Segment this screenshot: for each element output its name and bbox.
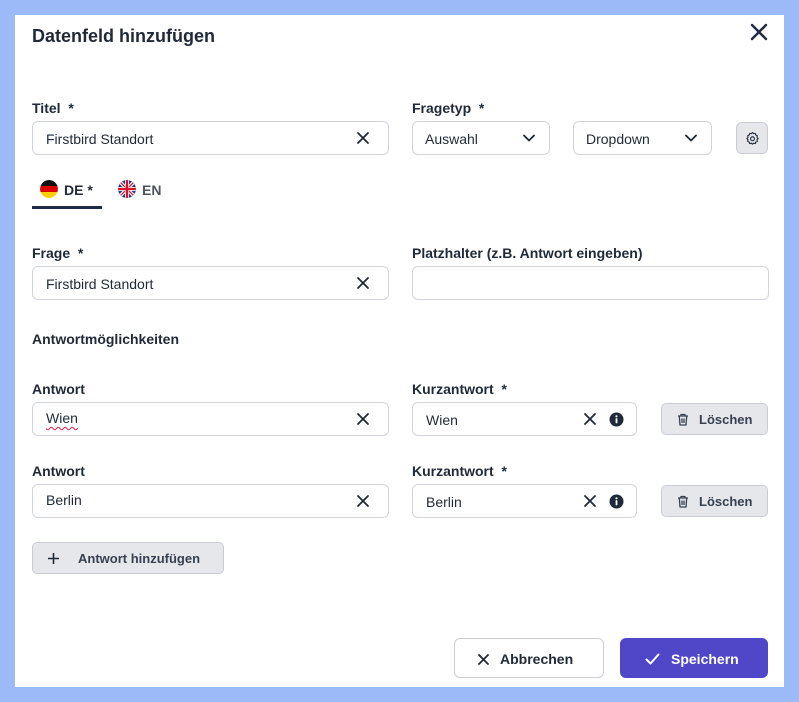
display-type-select[interactable]: Dropdown bbox=[573, 121, 712, 155]
check-icon bbox=[645, 653, 660, 665]
cancel-label: Abbrechen bbox=[500, 651, 574, 667]
fragetyp-select[interactable]: Auswahl bbox=[412, 121, 550, 155]
answer-label: Antwort bbox=[32, 463, 85, 479]
delete-label: Löschen bbox=[699, 494, 753, 509]
info-icon[interactable] bbox=[609, 494, 624, 509]
answer-value: Wien bbox=[46, 410, 78, 426]
short-answer-input[interactable]: Wien bbox=[412, 402, 637, 436]
close-icon[interactable] bbox=[748, 21, 770, 43]
answer-label: Antwort bbox=[32, 381, 85, 397]
short-answer-value: Wien bbox=[426, 412, 458, 428]
clear-icon[interactable] bbox=[356, 276, 370, 290]
short-answer-input[interactable]: Berlin bbox=[412, 484, 637, 518]
fragetyp-label: Fragetyp * bbox=[412, 100, 485, 116]
platzhalter-input[interactable] bbox=[412, 266, 769, 300]
germany-flag-icon bbox=[40, 180, 58, 198]
tab-en-label: EN bbox=[142, 182, 162, 198]
dialog: Datenfeld hinzufügen Titel * Firstbird S… bbox=[15, 15, 784, 687]
answer-value: Berlin bbox=[46, 492, 82, 508]
platzhalter-label: Platzhalter (z.B. Antwort eingeben) bbox=[412, 245, 643, 261]
trash-icon bbox=[678, 413, 688, 426]
add-answer-button[interactable]: Antwort hinzufügen bbox=[32, 542, 224, 574]
titel-value: Firstbird Standort bbox=[46, 131, 154, 147]
info-icon[interactable] bbox=[609, 412, 624, 427]
add-answer-label: Antwort hinzufügen bbox=[78, 551, 201, 566]
clear-icon[interactable] bbox=[356, 494, 370, 508]
clear-icon[interactable] bbox=[356, 131, 370, 145]
display-type-value: Dropdown bbox=[586, 131, 650, 147]
frage-input[interactable]: Firstbird Standort bbox=[32, 266, 389, 300]
trash-icon bbox=[678, 495, 688, 508]
delete-answer-button[interactable]: Löschen bbox=[661, 403, 768, 435]
close-icon bbox=[478, 654, 489, 665]
tab-de-label: DE * bbox=[64, 182, 93, 198]
answer-input[interactable]: Wien bbox=[32, 402, 389, 436]
uk-flag-icon bbox=[118, 180, 136, 198]
titel-label: Titel * bbox=[32, 100, 74, 116]
plus-icon bbox=[48, 553, 59, 564]
active-tab-indicator bbox=[32, 206, 102, 209]
clear-icon[interactable] bbox=[356, 412, 370, 426]
cancel-button[interactable]: Abbrechen bbox=[454, 638, 604, 678]
save-label: Speichern bbox=[671, 651, 739, 667]
frage-label: Frage * bbox=[32, 245, 84, 261]
clear-icon[interactable] bbox=[583, 494, 597, 508]
fragetyp-value: Auswahl bbox=[425, 131, 478, 147]
delete-answer-button[interactable]: Löschen bbox=[661, 485, 768, 517]
chevron-down-icon bbox=[685, 134, 697, 142]
clear-icon[interactable] bbox=[583, 412, 597, 426]
answers-heading: Antwortmöglichkeiten bbox=[32, 331, 180, 347]
settings-button[interactable] bbox=[736, 122, 768, 154]
answer-input[interactable]: Berlin bbox=[32, 484, 389, 518]
chevron-down-icon bbox=[523, 134, 535, 142]
delete-label: Löschen bbox=[699, 412, 753, 427]
dialog-title: Datenfeld hinzufügen bbox=[32, 26, 215, 46]
save-button[interactable]: Speichern bbox=[620, 638, 768, 678]
frage-value: Firstbird Standort bbox=[46, 276, 154, 292]
titel-input[interactable]: Firstbird Standort bbox=[32, 121, 389, 155]
gear-icon bbox=[746, 132, 759, 145]
short-answer-label: Kurzantwort * bbox=[412, 381, 507, 397]
short-answer-label: Kurzantwort * bbox=[412, 463, 507, 479]
short-answer-value: Berlin bbox=[426, 494, 462, 510]
